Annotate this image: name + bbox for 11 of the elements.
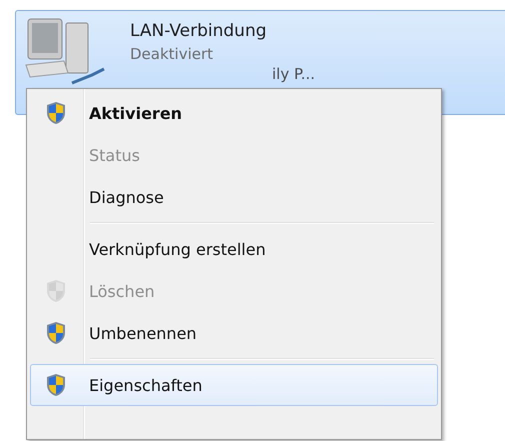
shield-icon bbox=[46, 279, 66, 303]
shield-icon bbox=[46, 101, 66, 125]
connection-status: Deaktiviert bbox=[130, 44, 214, 65]
menu-item[interactable]: Diagnose bbox=[30, 176, 438, 218]
menu-item[interactable]: Eigenschaften bbox=[30, 364, 438, 406]
device-name: ily P... bbox=[271, 65, 315, 83]
shield-icon bbox=[46, 373, 66, 397]
menu-item[interactable]: Verknüpfung erstellen bbox=[30, 228, 438, 270]
shield-icon bbox=[46, 321, 66, 345]
connection-name: LAN-Verbindung bbox=[130, 20, 268, 43]
menu-item[interactable]: Umbenennen bbox=[30, 312, 438, 354]
